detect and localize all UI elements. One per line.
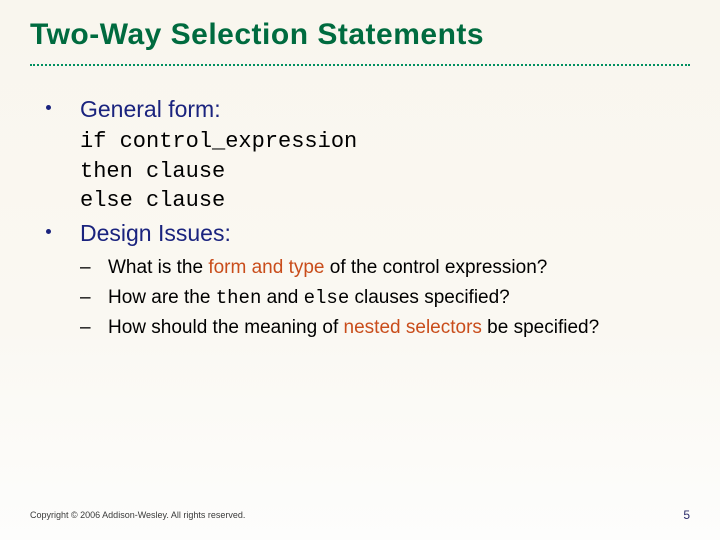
code-line-2: then clause (80, 159, 225, 184)
divider (30, 64, 690, 66)
code-block: if control_expression then clause else c… (80, 127, 690, 216)
dash-icon: – (80, 255, 91, 281)
dash-icon: – (80, 285, 91, 311)
q1-highlight: form and type (208, 257, 324, 278)
q2-part-b: clauses specified? (349, 287, 510, 308)
code-line-1: if control_expression (80, 129, 357, 154)
sub-list: – What is the form and type of the contr… (70, 255, 690, 341)
q1-part-a: What is the (108, 257, 208, 278)
q2-then: then (216, 287, 262, 309)
slide: Two-Way Selection Statements General for… (0, 0, 720, 540)
q2-mid: and (261, 287, 303, 308)
sub-item-2: – How are the then and else clauses spec… (70, 285, 690, 312)
q2-part-a: How are the (108, 287, 216, 308)
sub-item-3: – How should the meaning of nested selec… (70, 315, 690, 341)
sub-item-1: – What is the form and type of the contr… (70, 255, 690, 281)
slide-title: Two-Way Selection Statements (30, 18, 690, 52)
copyright-text: Copyright © 2006 Addison-Wesley. All rig… (30, 510, 245, 520)
bullet-general-form: General form: (40, 94, 690, 125)
bullet-design-issues: Design Issues: (40, 218, 690, 249)
dash-icon: – (80, 315, 91, 341)
bullet-icon (46, 105, 51, 110)
q3-part-a: How should the meaning of (108, 317, 344, 338)
design-issues-label: Design Issues: (80, 220, 231, 246)
page-number: 5 (683, 508, 690, 522)
main-list: General form: (40, 94, 690, 125)
main-list-2: Design Issues: (40, 218, 690, 249)
general-form-label: General form: (80, 96, 221, 122)
code-line-3: else clause (80, 188, 225, 213)
bullet-icon (46, 229, 51, 234)
q2-else: else (304, 287, 350, 309)
q1-part-b: of the control expression? (325, 257, 548, 278)
q3-highlight: nested selectors (344, 317, 482, 338)
q3-part-b: be specified? (482, 317, 599, 338)
